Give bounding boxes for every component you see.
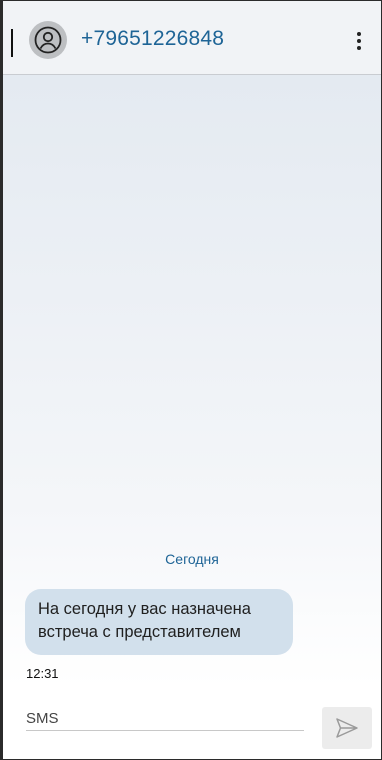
more-vertical-icon[interactable] (349, 27, 369, 55)
message-bubble[interactable]: На сегодня у вас назначена встреча с пре… (25, 589, 293, 655)
contact-avatar[interactable] (29, 21, 67, 59)
date-separator: Сегодня (165, 551, 219, 567)
send-icon (336, 718, 358, 738)
menu-dot (357, 32, 361, 36)
message-thread[interactable]: Сегодня На сегодня у вас назначена встре… (3, 75, 381, 687)
conversation-header: +79651226848 (3, 1, 381, 75)
message-timestamp: 12:31 (26, 666, 59, 681)
person-circle-icon (34, 26, 62, 54)
sms-input[interactable] (26, 706, 304, 731)
sms-conversation-window: +79651226848 Сегодня На сегодня у вас на… (0, 0, 382, 760)
message-composer (3, 687, 381, 759)
contact-phone-number[interactable]: +79651226848 (81, 27, 224, 51)
text-cursor (11, 29, 13, 57)
menu-dot (357, 39, 361, 43)
menu-dot (357, 46, 361, 50)
send-button[interactable] (322, 707, 372, 749)
